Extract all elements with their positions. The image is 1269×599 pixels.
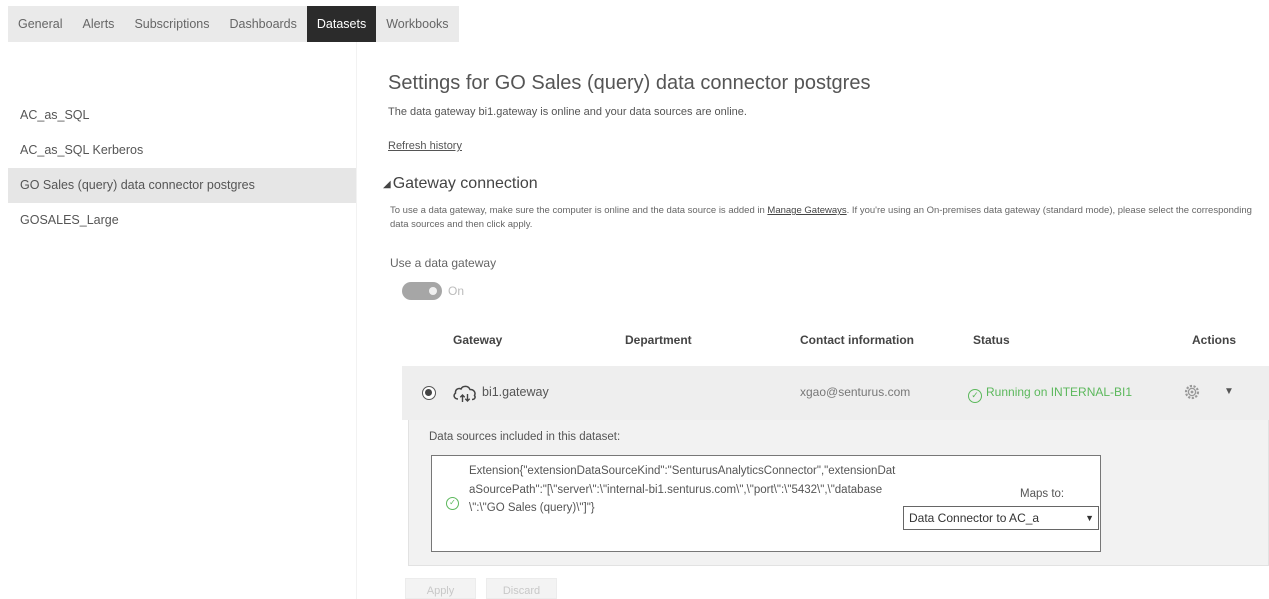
page-title: Settings for GO Sales (query) data conne…	[388, 72, 871, 94]
maps-to-label: Maps to:	[1020, 488, 1065, 500]
column-header-gateway: Gateway	[453, 333, 503, 347]
gateway-status-text: Running on INTERNAL-BI1	[986, 385, 1133, 399]
data-source-item: ✓ Extension{"extensionDataSourceKind":"S…	[431, 455, 1101, 552]
manage-gateways-link[interactable]: Manage Gateways	[767, 205, 846, 216]
apply-button[interactable]: Apply	[405, 578, 476, 599]
tab-alerts[interactable]: Alerts	[72, 6, 124, 42]
discard-button[interactable]: Discard	[486, 578, 557, 599]
gateway-status-message: The data gateway bi1.gateway is online a…	[388, 106, 747, 118]
toggle-knob	[429, 287, 437, 295]
settings-tabs: General Alerts Subscriptions Dashboards …	[8, 6, 459, 42]
gateway-description-text: To use a data gateway, make sure the com…	[390, 205, 768, 216]
tab-datasets[interactable]: Datasets	[306, 6, 377, 42]
cloud-gateway-icon	[453, 385, 476, 402]
gateway-detail-panel: Data sources included in this dataset: ✓…	[408, 420, 1269, 566]
sidebar-divider	[356, 42, 357, 599]
dataset-item-go-sales-query[interactable]: GO Sales (query) data connector postgres	[8, 168, 356, 203]
gear-icon[interactable]	[1184, 384, 1200, 400]
gateway-connection-header[interactable]: ◢ Gateway connection	[383, 175, 538, 193]
dataset-list: AC_as_SQL AC_as_SQL Kerberos GO Sales (q…	[8, 98, 356, 238]
use-gateway-label: Use a data gateway	[390, 256, 497, 270]
column-header-status: Status	[973, 333, 1010, 347]
tab-workbooks[interactable]: Workbooks	[376, 6, 458, 42]
chevron-down-icon[interactable]: ▼	[1224, 386, 1234, 397]
tab-general[interactable]: General	[8, 6, 72, 42]
data-source-text: Extension{"extensionDataSourceKind":"Sen…	[469, 465, 896, 514]
dropdown-caret-icon: ▼	[1085, 513, 1094, 523]
data-sources-label: Data sources included in this dataset:	[429, 431, 621, 443]
radio-dot	[425, 389, 432, 396]
gateway-status: ✓ Running on INTERNAL-BI1	[968, 385, 1132, 403]
gateway-connection-heading: Gateway connection	[392, 175, 538, 192]
check-circle-icon: ✓	[446, 497, 459, 510]
dataset-item-ac-as-sql-kerberos[interactable]: AC_as_SQL Kerberos	[8, 133, 356, 168]
tab-subscriptions[interactable]: Subscriptions	[124, 6, 219, 42]
dataset-item-ac-as-sql[interactable]: AC_as_SQL	[8, 98, 356, 133]
column-header-department: Department	[625, 333, 692, 347]
status-ok-icon: ✓	[968, 389, 982, 403]
use-gateway-toggle[interactable]	[402, 282, 442, 300]
gateway-select-radio[interactable]	[422, 386, 436, 400]
gateway-description: To use a data gateway, make sure the com…	[390, 204, 1260, 232]
gateway-contact: xgao@senturus.com	[800, 385, 911, 399]
maps-to-value: Data Connector to AC_a	[909, 511, 1040, 525]
column-header-contact: Contact information	[800, 333, 914, 347]
refresh-history-link[interactable]: Refresh history	[388, 140, 462, 152]
maps-to-select[interactable]: Data Connector to AC_a ▼	[903, 506, 1099, 530]
dataset-item-gosales-large[interactable]: GOSALES_Large	[8, 203, 356, 238]
gateway-name: bi1.gateway	[482, 385, 549, 399]
tab-dashboards[interactable]: Dashboards	[219, 6, 306, 42]
gateway-row[interactable]: bi1.gateway xgao@senturus.com ✓ Running o…	[402, 366, 1269, 420]
collapse-triangle-icon: ◢	[383, 179, 391, 190]
toggle-state-label: On	[448, 284, 465, 298]
column-header-actions: Actions	[1192, 333, 1237, 347]
